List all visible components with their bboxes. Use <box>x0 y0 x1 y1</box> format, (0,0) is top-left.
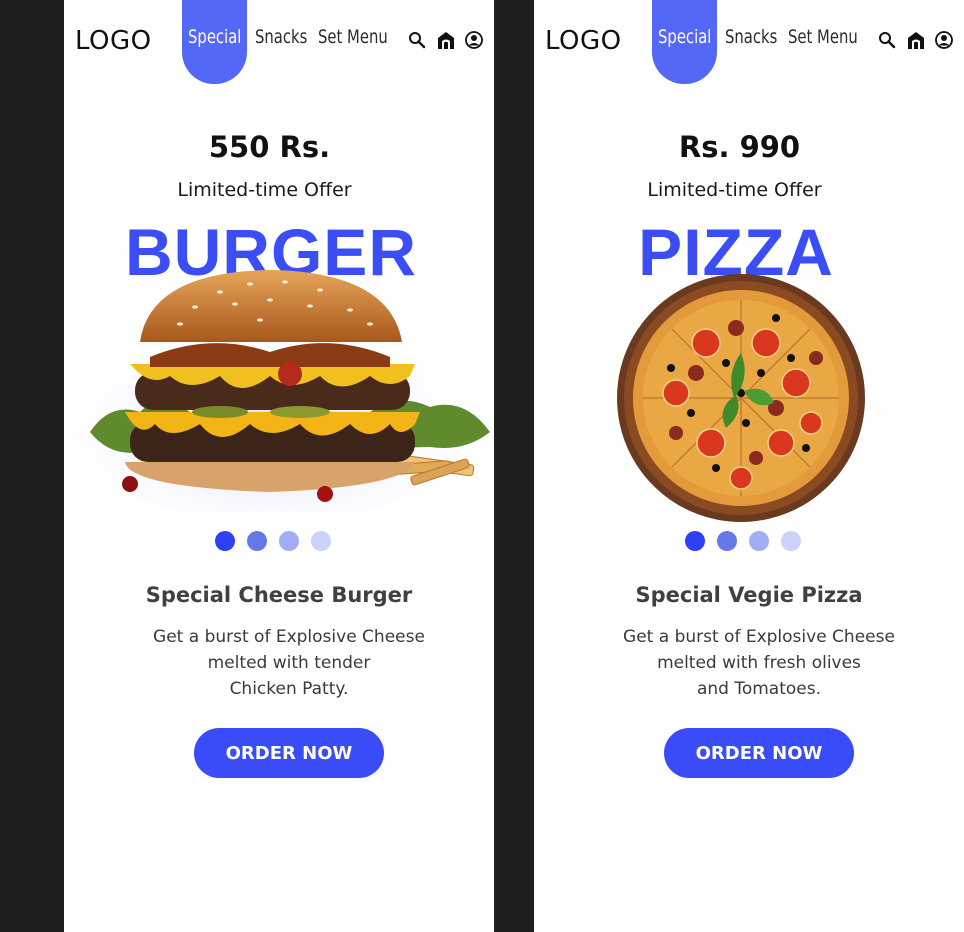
item-description: Get a burst of Explosive Cheese melted w… <box>134 624 444 702</box>
logo[interactable]: LOGO <box>75 26 152 56</box>
order-now-button[interactable]: ORDER NOW <box>194 728 384 778</box>
offer-label: Limited-time Offer <box>177 179 352 201</box>
description-line: melted with tender <box>207 653 371 673</box>
offer-label: Limited-time Offer <box>647 179 822 201</box>
logo[interactable]: LOGO <box>545 26 622 56</box>
carousel-dot-1[interactable] <box>215 531 235 551</box>
description-line: Get a burst of Explosive Cheese <box>153 627 425 647</box>
search-icon[interactable] <box>877 30 897 50</box>
nav-set-menu[interactable]: Set Menu <box>318 26 388 48</box>
order-now-button[interactable]: ORDER NOW <box>664 728 854 778</box>
home-icon[interactable] <box>436 30 456 50</box>
carousel-indicator <box>685 531 801 551</box>
carousel-dot-4[interactable] <box>781 531 801 551</box>
search-icon[interactable] <box>407 30 427 50</box>
item-description: Get a burst of Explosive Cheese melted w… <box>604 624 914 702</box>
carousel-dot-4[interactable] <box>311 531 331 551</box>
carousel-dot-3[interactable] <box>279 531 299 551</box>
nav-set-menu[interactable]: Set Menu <box>788 26 858 48</box>
carousel-dot-2[interactable] <box>247 531 267 551</box>
description-line: melted with fresh olives <box>657 653 861 673</box>
item-title: Special Vegie Pizza <box>635 583 863 607</box>
carousel-dot-2[interactable] <box>717 531 737 551</box>
description-line: Get a burst of Explosive Cheese <box>623 627 895 647</box>
price: Rs. 990 <box>678 130 801 164</box>
nav-snacks[interactable]: Snacks <box>725 26 777 48</box>
pizza-screen: LOGO Special Snacks Set Menu Rs. 990 Lim… <box>534 0 964 932</box>
description-line: Chicken Patty. <box>229 679 349 699</box>
carousel-dot-1[interactable] <box>685 531 705 551</box>
home-icon[interactable] <box>906 30 926 50</box>
nav-special[interactable]: Special <box>188 26 241 48</box>
description-line: and Tomatoes. <box>696 679 822 699</box>
burger-screen: LOGO Special Snacks Set Menu 550 Rs. Lim… <box>64 0 494 932</box>
burger-image <box>70 270 490 512</box>
nav-snacks[interactable]: Snacks <box>255 26 307 48</box>
pizza-image <box>617 274 865 522</box>
item-title: Special Cheese Burger <box>145 583 413 607</box>
price: 550 Rs. <box>208 130 331 164</box>
user-icon[interactable] <box>934 30 954 50</box>
carousel-dot-3[interactable] <box>749 531 769 551</box>
user-icon[interactable] <box>464 30 484 50</box>
nav-special[interactable]: Special <box>658 26 711 48</box>
artboard: LOGO Special Snacks Set Menu 550 Rs. Lim… <box>0 0 964 932</box>
carousel-indicator <box>215 531 331 551</box>
